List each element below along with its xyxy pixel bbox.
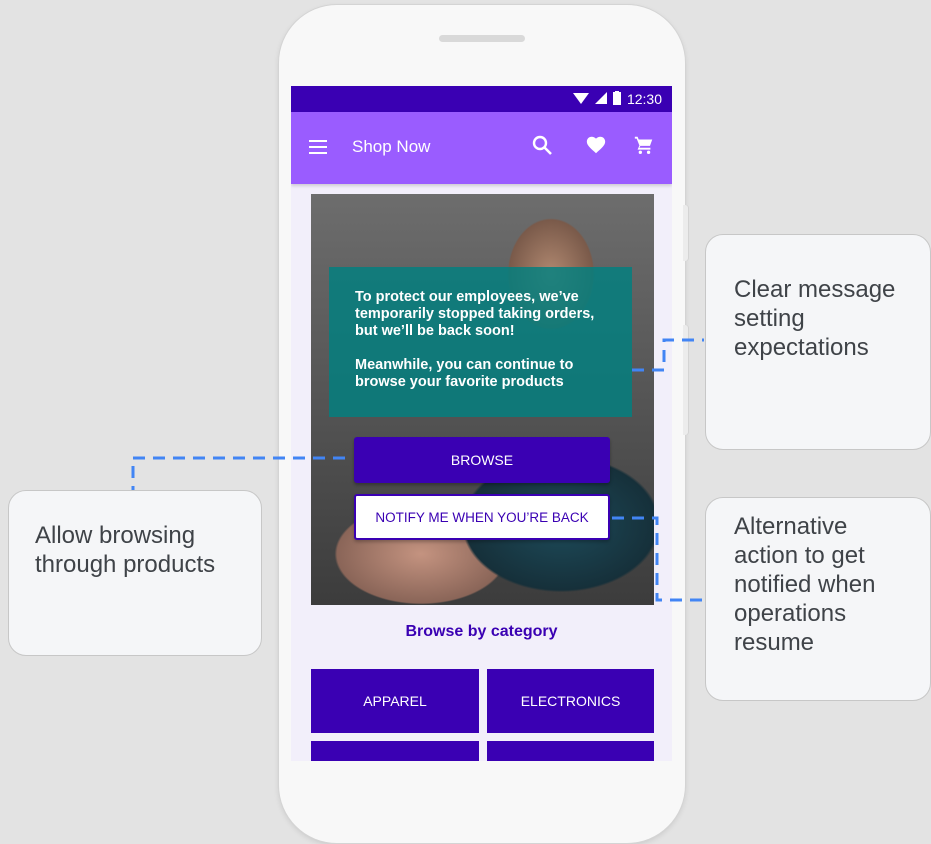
callout-browse-text: Allow browsing through products (35, 522, 216, 578)
category-tile[interactable] (311, 741, 479, 761)
category-tile[interactable] (487, 741, 654, 761)
notify-me-button[interactable]: NOTIFY ME WHEN YOU’RE BACK (354, 494, 610, 540)
cart-icon[interactable] (633, 134, 655, 161)
app-bar: Shop Now (291, 112, 672, 184)
browse-button[interactable]: BROWSE (354, 437, 610, 483)
heart-icon[interactable] (585, 134, 607, 161)
status-time: 12:30 (626, 91, 662, 107)
callout-message-text: Clear message setting expectations (734, 276, 896, 361)
hero-banner-image: To protect our employees, we’ve temporar… (311, 194, 654, 605)
browse-invite-text: Meanwhile, you can continue to browse yo… (355, 357, 574, 390)
app-title: Shop Now (352, 137, 431, 156)
closure-message-text: To protect our employees, we’ve temporar… (355, 289, 595, 339)
phone-volume-button (683, 325, 688, 435)
closure-message-box: To protect our employees, we’ve temporar… (329, 267, 632, 417)
signal-icon (594, 91, 607, 107)
menu-icon[interactable] (309, 140, 327, 154)
category-tile-apparel[interactable]: APPAREL (311, 669, 479, 733)
search-icon[interactable] (531, 134, 553, 161)
phone-side-button (683, 205, 688, 261)
stage: 12:30 Shop Now To protect our employees,… (0, 0, 931, 844)
browse-category-heading: Browse by category (405, 623, 558, 640)
category-tile-electronics[interactable]: ELECTRONICS (487, 669, 654, 733)
callout-browse: Allow browsing through products (8, 490, 262, 656)
status-bar: 12:30 (291, 86, 672, 112)
phone-speaker (439, 35, 525, 42)
wifi-icon (572, 91, 589, 107)
callout-notify: Alternative action to get notified when … (705, 497, 931, 701)
battery-icon (612, 90, 621, 108)
callout-message: Clear message setting expectations (705, 234, 931, 450)
app-screen: 12:30 Shop Now To protect our employees,… (291, 86, 672, 761)
callout-notify-text: Alternative action to get notified when … (734, 513, 876, 656)
